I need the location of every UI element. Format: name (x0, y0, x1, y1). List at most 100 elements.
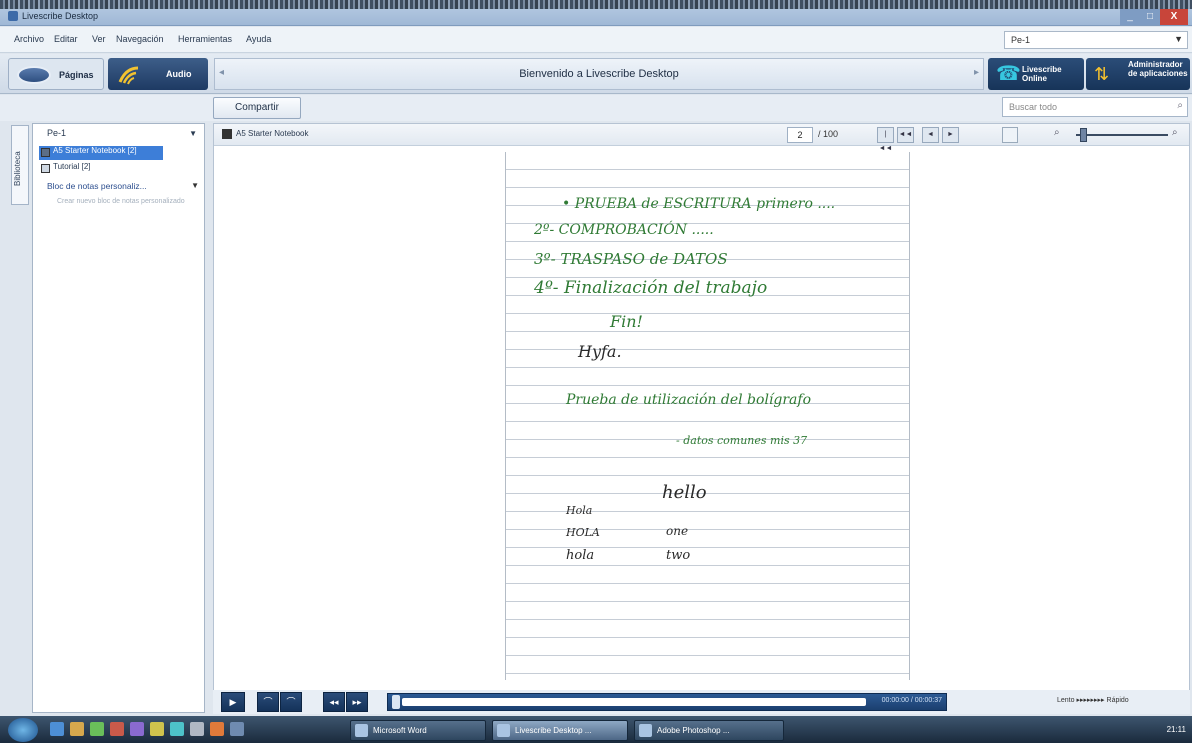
first-page-button[interactable]: |◄◄ (877, 127, 894, 152)
back-button[interactable]: ◄ (922, 127, 939, 143)
zoom-out-icon[interactable]: ⌕ (1054, 127, 1060, 138)
handwriting-word: hello (662, 482, 707, 503)
search-placeholder: Buscar todo (1009, 102, 1058, 112)
playback-speed-control[interactable]: Lento ▸▸▸▸▸▸▸▸ Rápido (1057, 696, 1129, 704)
notebook-icon (222, 129, 232, 139)
zoom-slider-track[interactable] (1076, 134, 1168, 136)
main-toolbar: Páginas Audio ◂ Bienvenido a Livescribe … (0, 54, 1192, 94)
tab-pages[interactable]: Páginas (8, 58, 104, 90)
menu-navegacion[interactable]: Navegación (116, 34, 164, 44)
handwriting-line: Prueba de utilización del bolígrafo (566, 392, 812, 408)
app-icon (497, 724, 510, 737)
menu-editar[interactable]: Editar (54, 34, 78, 44)
tab-audio-label: Audio (166, 69, 192, 79)
minimize-button[interactable]: _ (1120, 9, 1140, 25)
pen-select[interactable]: Pe-1 ▼ (39, 128, 199, 144)
clock[interactable]: 21:11 (1167, 725, 1186, 734)
transfer-arrows-icon: ⇅ (1094, 64, 1110, 84)
custom-notebooks-group[interactable]: Bloc de notas personaliz... ▼ (47, 181, 203, 191)
taskbar-item-label: Microsoft Word (373, 726, 427, 735)
title-bar: Livescribe Desktop _ □ X (0, 0, 1192, 26)
chevron-down-icon: ▼ (189, 129, 197, 138)
close-button[interactable]: X (1160, 9, 1188, 25)
app-manager-label: Administrador de aplicaciones (1128, 60, 1188, 78)
app-icon (8, 11, 18, 21)
window-title: Livescribe Desktop (22, 11, 99, 21)
notebook-item-starter[interactable]: A5 Starter Notebook [2] (39, 146, 163, 160)
menu-ver[interactable]: Ver (92, 34, 106, 44)
chevron-right-icon[interactable]: ▸ (974, 67, 979, 78)
play-button[interactable]: ▶ (221, 692, 245, 712)
pen-name: Pe-1 (47, 128, 67, 138)
livescribe-online-label: Livescribe Online (1022, 65, 1062, 83)
handwriting-line: 3º- TRASPASO de DATOS (534, 250, 728, 268)
livescribe-online-button[interactable]: ☎ Livescribe Online (988, 58, 1084, 90)
tab-audio[interactable]: Audio (108, 58, 208, 90)
welcome-text: Bienvenido a Livescribe Desktop (519, 68, 679, 80)
search-icon[interactable]: ⌕ (1177, 100, 1183, 111)
taskbar-item-photoshop[interactable]: Adobe Photoshop ... (634, 720, 784, 741)
menu-archivo[interactable]: Archivo (14, 34, 44, 44)
menu-ayuda[interactable]: Ayuda (246, 34, 271, 44)
handwriting-signature: Hyfa. (578, 342, 622, 361)
quicklaunch-icon[interactable] (110, 722, 124, 736)
notebook-name: A5 Starter Notebook (236, 129, 309, 138)
pen-filter-select[interactable]: Pe-1 ▼ (1004, 31, 1188, 49)
app-manager-button[interactable]: ⇅ Administrador de aplicaciones (1086, 58, 1190, 90)
audio-seek-bar[interactable]: 00:00:00 / 00:00:37 (387, 693, 947, 711)
quicklaunch-icon[interactable] (230, 722, 244, 736)
start-button[interactable] (8, 718, 38, 742)
page-number-input[interactable]: 2 (787, 127, 813, 143)
action-row: Compartir Buscar todo ⌕ (0, 95, 1192, 121)
maximize-button[interactable]: □ (1140, 9, 1160, 25)
app-icon (355, 724, 368, 737)
notebook-label: Tutorial [2] (53, 162, 91, 171)
notebook-label: A5 Starter Notebook [2] (53, 146, 137, 155)
forward-button[interactable]: ► (942, 127, 959, 143)
search-input[interactable]: Buscar todo ⌕ (1002, 97, 1188, 117)
quicklaunch-icon[interactable] (150, 722, 164, 736)
system-tray: 21:11 (1010, 720, 1192, 740)
handwriting-line: Fin! (610, 312, 643, 331)
menu-bar: Archivo Editar Ver Navegación Herramient… (0, 27, 1192, 53)
notebook-item-tutorial[interactable]: Tutorial [2] (39, 162, 91, 176)
taskbar-item-word[interactable]: Microsoft Word (350, 720, 486, 741)
chevron-down-icon: ▼ (191, 181, 199, 190)
share-button[interactable]: Compartir (213, 97, 301, 119)
title-bar-artifact (0, 0, 1192, 9)
audio-waves-icon (118, 66, 139, 85)
skip-back-button[interactable]: ◂◂ (323, 692, 345, 712)
notebook-page[interactable]: • PRUEBA de ESCRITURA primero .... 2º- C… (505, 152, 910, 680)
create-notebook-link[interactable]: Crear nuevo bloc de notas personalizado (57, 198, 185, 205)
skip-forward-button[interactable]: ▸▸ (346, 692, 368, 712)
phone-icon: ☎ (996, 63, 1021, 85)
custom-notebooks-label: Bloc de notas personaliz... (47, 181, 147, 191)
quicklaunch-icon[interactable] (50, 722, 64, 736)
zoom-in-icon[interactable]: ⌕ (1172, 127, 1178, 138)
seek-track (402, 698, 866, 706)
menu-herramientas[interactable]: Herramientas (178, 34, 232, 44)
quicklaunch-icon[interactable] (210, 722, 224, 736)
bookmark-next-button[interactable]: ⌒ (280, 692, 302, 712)
quicklaunch-icon[interactable] (190, 722, 204, 736)
handwriting-word: HOLA (566, 526, 600, 539)
notebook-icon (41, 164, 50, 173)
bookmark-previous-button[interactable]: ⌒ (257, 692, 279, 712)
taskbar-item-livescribe[interactable]: Livescribe Desktop ... (492, 720, 628, 741)
thumbnail-view-button[interactable] (1002, 127, 1018, 143)
handwriting-word: one (666, 524, 689, 538)
quicklaunch-icon[interactable] (90, 722, 104, 736)
quicklaunch-icon[interactable] (70, 722, 84, 736)
handwriting-word: two (666, 548, 691, 563)
previous-page-button[interactable]: ◄◄ (897, 127, 914, 143)
taskbar: Microsoft Word Livescribe Desktop ... Ad… (0, 716, 1192, 743)
library-tab[interactable]: Biblioteca (11, 125, 29, 205)
quicklaunch-icon[interactable] (130, 722, 144, 736)
audio-player: ▶ ⌒ ⌒ ◂◂ ▸▸ 00:00:00 / 00:00:37 Lento ▸▸… (213, 690, 1190, 714)
handwriting-line: 4º- Finalización del trabajo (534, 278, 768, 298)
quicklaunch-icon[interactable] (170, 722, 184, 736)
handwriting-line: • PRUEBA de ESCRITURA primero .... (562, 196, 836, 212)
zoom-slider-handle[interactable] (1080, 128, 1087, 142)
taskbar-item-label: Adobe Photoshop ... (657, 726, 730, 735)
seek-handle[interactable] (392, 695, 400, 709)
